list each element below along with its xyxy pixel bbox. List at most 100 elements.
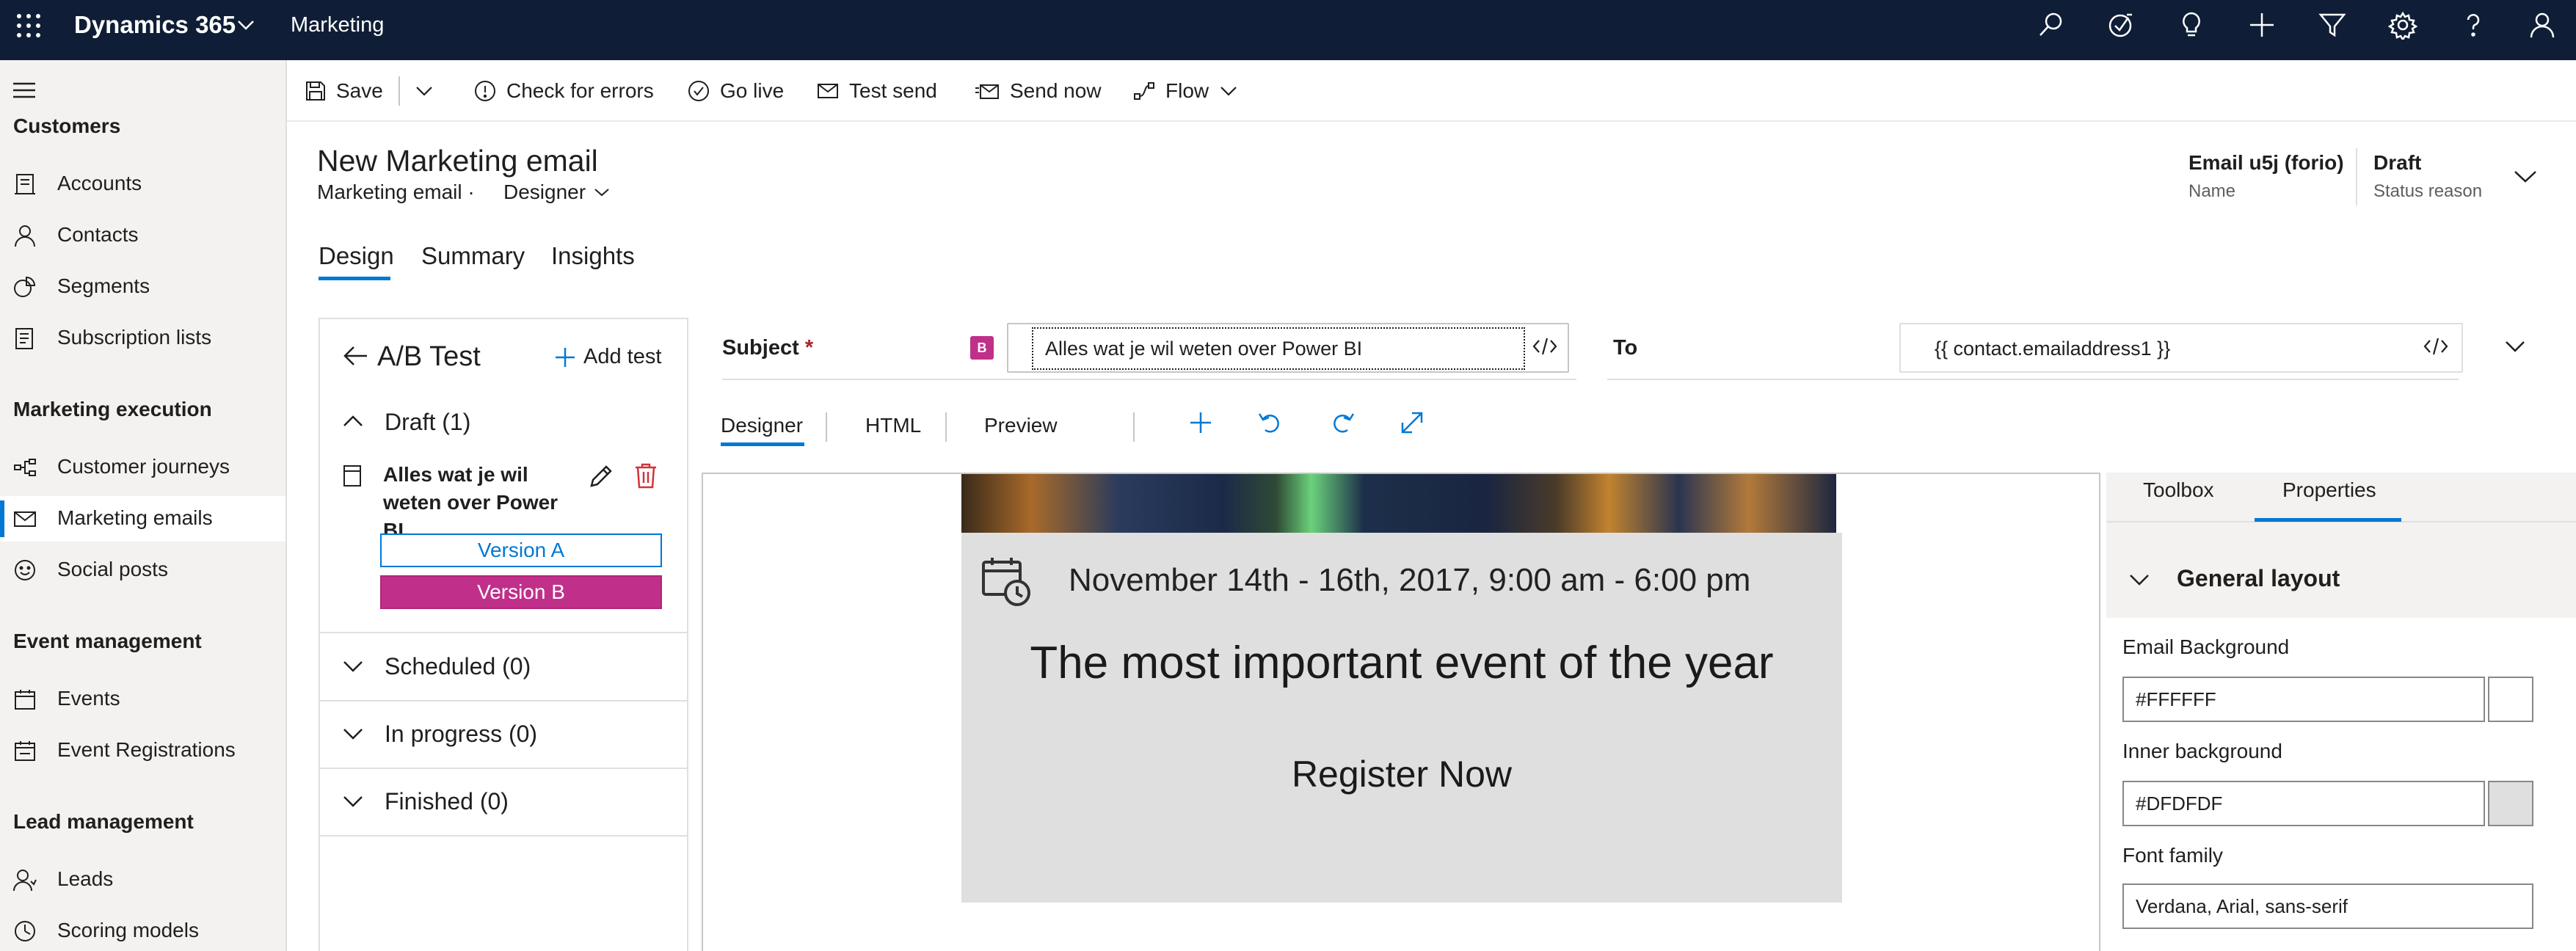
- tab-toolbox[interactable]: Toolbox: [2143, 478, 2214, 502]
- app-name[interactable]: Dynamics 365: [74, 10, 236, 40]
- subject-input[interactable]: [1032, 327, 1525, 370]
- save-options-chevron-icon[interactable]: [415, 75, 434, 107]
- email-background-label: Email Background: [2122, 635, 2290, 658]
- version-a-button[interactable]: Version A: [380, 533, 662, 567]
- info-circle-icon: [474, 80, 496, 102]
- save-button[interactable]: Save: [305, 75, 383, 107]
- event-headline[interactable]: The most important event of the year: [961, 637, 1842, 689]
- mail-icon: [13, 507, 37, 531]
- plus-icon[interactable]: [2247, 10, 2277, 40]
- contact-icon: [13, 224, 37, 247]
- divider: [945, 412, 947, 442]
- tab-properties[interactable]: Properties: [2282, 478, 2376, 502]
- filter-icon[interactable]: [2318, 10, 2347, 40]
- separator-dot: ·: [467, 181, 475, 203]
- ab-test-title: A/B Test: [377, 341, 481, 372]
- email-background-swatch[interactable]: [2488, 677, 2533, 722]
- lightbulb-icon[interactable]: [2177, 10, 2206, 40]
- pencil-icon[interactable]: [587, 464, 614, 490]
- sidebar-item-contacts[interactable]: Contacts: [0, 213, 285, 258]
- back-arrow-icon[interactable]: [342, 345, 368, 367]
- send-now-button[interactable]: Send now: [975, 75, 1102, 107]
- search-icon[interactable]: [2037, 10, 2066, 40]
- sidebar-item-label: Leads: [57, 867, 114, 890]
- save-label: Save: [336, 79, 383, 102]
- chevron-down-icon[interactable]: [2504, 339, 2526, 354]
- chevron-down-icon[interactable]: [236, 18, 255, 32]
- chevron-up-icon[interactable]: [342, 414, 364, 429]
- add-element-icon[interactable]: [1187, 409, 1214, 436]
- sidebar-item-social-posts[interactable]: Social posts: [0, 547, 285, 593]
- header-status-value: Draft: [2373, 151, 2422, 174]
- header-expand-chevron-icon[interactable]: [2513, 167, 2538, 185]
- register-now-button[interactable]: Register Now: [961, 753, 1842, 795]
- email-background-input[interactable]: [2122, 677, 2485, 722]
- sidebar-item-scoring-models[interactable]: Scoring models: [0, 908, 285, 951]
- ab-section-finished[interactable]: Finished (0): [320, 769, 687, 837]
- nav-group-event-management: Event management: [13, 630, 202, 652]
- divider: [826, 412, 827, 442]
- section-label: Finished (0): [385, 788, 509, 815]
- font-family-input[interactable]: [2122, 883, 2533, 929]
- tab-designer[interactable]: Designer: [721, 414, 803, 437]
- sidebar-item-leads[interactable]: Leads: [0, 857, 285, 903]
- inner-background-input[interactable]: [2122, 781, 2485, 826]
- tab-design[interactable]: Design: [319, 242, 394, 270]
- go-live-button[interactable]: Go live: [688, 75, 784, 107]
- test-send-button[interactable]: Test send: [817, 75, 937, 107]
- ab-section-scheduled[interactable]: Scheduled (0): [320, 634, 687, 702]
- required-mark: *: [804, 336, 814, 360]
- check-for-errors-button[interactable]: Check for errors: [474, 75, 654, 107]
- sidebar-item-label: Subscription lists: [57, 326, 212, 349]
- to-input[interactable]: [1935, 330, 2404, 367]
- help-icon[interactable]: [2459, 10, 2488, 40]
- accounts-icon: [13, 172, 37, 196]
- command-bar: Save Check for errors Go live Test send …: [287, 60, 2576, 122]
- flow-button[interactable]: Flow: [1133, 75, 1238, 107]
- tab-summary[interactable]: Summary: [421, 242, 525, 270]
- sitemap-sidebar: Customers Accounts Contacts Segments Sub…: [0, 60, 287, 951]
- sidebar-item-marketing-emails[interactable]: Marketing emails: [0, 496, 285, 542]
- undo-icon[interactable]: [1256, 409, 1283, 436]
- section-label: Scheduled (0): [385, 653, 531, 679]
- sidebar-item-events[interactable]: Events: [0, 677, 285, 722]
- tab-preview[interactable]: Preview: [984, 414, 1058, 437]
- sidebar-item-subscription-lists[interactable]: Subscription lists: [0, 316, 285, 361]
- app-launcher-icon[interactable]: [16, 13, 41, 38]
- ab-section-in-progress[interactable]: In progress (0): [320, 702, 687, 769]
- check-circle-icon: [688, 80, 710, 102]
- user-icon[interactable]: [2528, 10, 2557, 40]
- version-b-button[interactable]: Version B: [380, 575, 662, 609]
- add-test-button[interactable]: Add test: [583, 345, 661, 369]
- form-selector[interactable]: Designer: [503, 181, 611, 204]
- draft-section-label[interactable]: Draft (1): [385, 409, 470, 436]
- plus-icon[interactable]: [554, 346, 576, 368]
- sidebar-item-event-registrations[interactable]: Event Registrations: [0, 728, 285, 773]
- general-layout-section-title[interactable]: General layout: [2177, 565, 2340, 592]
- chevron-down-icon: [342, 726, 364, 741]
- send-mail-icon: [975, 81, 1000, 101]
- sidebar-item-segments[interactable]: Segments: [0, 264, 285, 310]
- check-for-errors-label: Check for errors: [506, 79, 654, 102]
- tab-html[interactable]: HTML: [865, 414, 921, 437]
- chevron-down-icon: [593, 186, 611, 199]
- header-status-label: Status reason: [2373, 181, 2483, 201]
- journey-icon: [13, 456, 37, 479]
- sidebar-item-label: Contacts: [57, 223, 139, 246]
- inner-background-swatch[interactable]: [2488, 781, 2533, 826]
- code-icon[interactable]: [1532, 336, 1557, 357]
- event-date-text[interactable]: November 14th - 16th, 2017, 9:00 am - 6:…: [1069, 562, 1750, 599]
- chevron-down-icon[interactable]: [2128, 572, 2150, 587]
- sidebar-item-customer-journeys[interactable]: Customer journeys: [0, 445, 285, 490]
- tab-insights[interactable]: Insights: [551, 242, 635, 270]
- code-icon[interactable]: [2423, 336, 2448, 357]
- expand-icon[interactable]: [1399, 409, 1425, 436]
- trash-icon[interactable]: [634, 462, 658, 489]
- task-icon[interactable]: [2106, 10, 2136, 40]
- sidebar-item-accounts[interactable]: Accounts: [0, 161, 285, 207]
- redo-icon[interactable]: [1330, 409, 1356, 436]
- sidebar-item-label: Events: [57, 687, 120, 710]
- gear-icon[interactable]: [2388, 10, 2417, 40]
- hero-image[interactable]: [961, 474, 1836, 533]
- hamburger-icon[interactable]: [12, 81, 37, 100]
